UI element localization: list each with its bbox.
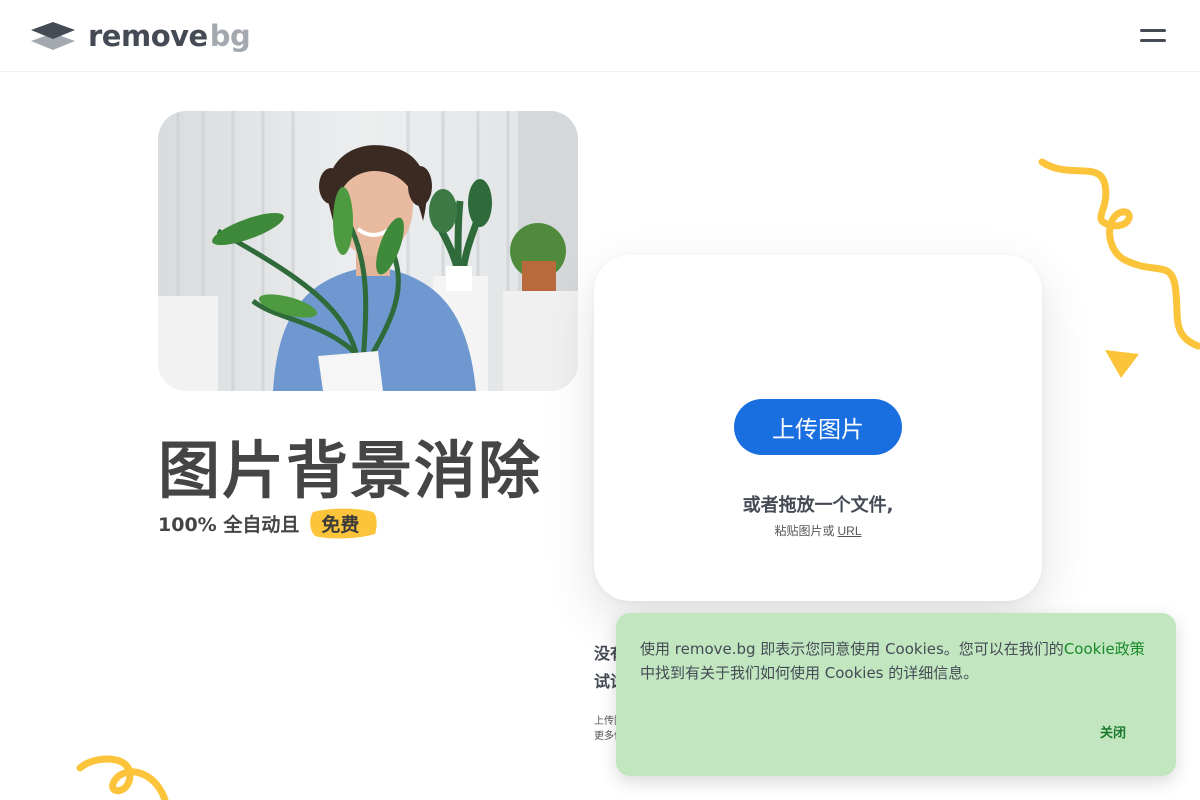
cookie-text: 使用 remove.bg 即表示您同意使用 Cookies。您可以在我们的Coo… [640, 640, 1145, 682]
logo-text-remove: remove [88, 19, 208, 53]
cookie-close-button[interactable]: 关闭 [1086, 719, 1140, 743]
hamburger-menu-icon[interactable] [1138, 26, 1168, 46]
yellow-triangle-decoration [1105, 350, 1139, 378]
url-link[interactable]: URL [838, 524, 862, 538]
drop-file-text: 或者拖放一个文件, [742, 495, 894, 516]
hero-photo [158, 111, 578, 391]
upload-card[interactable]: 上传图片 或者拖放一个文件, 粘贴图片或 URL [594, 255, 1042, 601]
hero-subtitle-text: 100% 全自动且 [158, 513, 300, 536]
removebg-logo[interactable]: removebg [30, 18, 251, 54]
hero-subtitle: 100% 全自动且 免费 [158, 506, 377, 541]
yellow-squiggle-decoration [1038, 158, 1200, 350]
cookie-policy-link[interactable]: Cookie政策 [1064, 640, 1145, 658]
logo-text-bg: bg [209, 19, 251, 53]
logo-layers-icon [31, 22, 75, 50]
paste-hint: 粘贴图片或 URL [774, 524, 862, 538]
top-header: removebg [0, 0, 1200, 72]
yellow-squiggle-bottom-decoration [76, 755, 169, 800]
hero-photo-illustration [158, 111, 578, 391]
page-title: 图片背景消除 [158, 434, 543, 507]
free-badge: 免费 [307, 506, 377, 541]
upload-image-button[interactable]: 上传图片 [734, 399, 902, 455]
cookie-banner: 使用 remove.bg 即表示您同意使用 Cookies。您可以在我们的Coo… [616, 613, 1176, 776]
